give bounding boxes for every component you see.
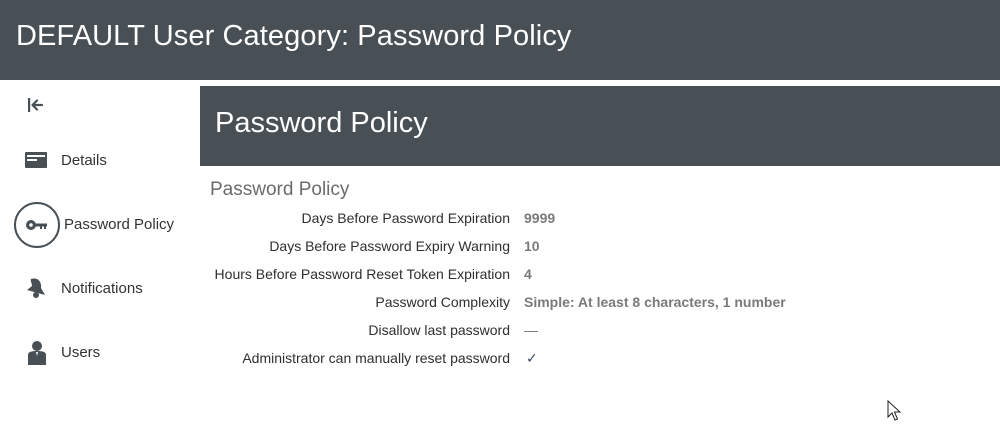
field-value: Simple: At least 8 characters, 1 number bbox=[524, 294, 786, 310]
collapse-left-icon bbox=[28, 98, 44, 112]
app-header: DEFAULT User Category: Password Policy bbox=[0, 0, 1000, 80]
form-row-complexity: Password Complexity Simple: At least 8 c… bbox=[200, 292, 960, 314]
section-title: Password Policy bbox=[210, 179, 350, 200]
panel-title: Password Policy bbox=[215, 107, 428, 139]
mouse-cursor-icon bbox=[887, 400, 901, 421]
page-title: DEFAULT User Category: Password Policy bbox=[16, 20, 572, 52]
field-value: — bbox=[524, 322, 538, 338]
sidebar-item-label: Details bbox=[61, 152, 107, 169]
sidebar-item-label: Notifications bbox=[61, 280, 143, 297]
collapse-sidebar-button[interactable] bbox=[24, 94, 46, 116]
sidebar-item-password-policy[interactable]: Password Policy bbox=[14, 202, 200, 250]
sidebar-item-label: Password Policy bbox=[64, 216, 175, 233]
checkmark-icon: ✓ bbox=[526, 350, 538, 366]
field-label: Days Before Password Expiration bbox=[301, 210, 510, 226]
form-row-reset-token: Hours Before Password Reset Token Expira… bbox=[200, 264, 960, 286]
sidebar-item-label: Users bbox=[61, 344, 101, 361]
field-label: Administrator can manually reset passwor… bbox=[242, 350, 510, 366]
field-value: 9999 bbox=[524, 210, 556, 226]
form-row-expiry-warning: Days Before Password Expiry Warning 10 bbox=[200, 236, 960, 258]
field-value: 4 bbox=[524, 266, 532, 282]
details-card-icon bbox=[14, 138, 60, 184]
field-label: Password Complexity bbox=[375, 294, 510, 310]
field-label: Disallow last password bbox=[368, 322, 510, 338]
bell-icon bbox=[14, 266, 60, 312]
field-label: Hours Before Password Reset Token Expira… bbox=[214, 266, 510, 282]
form-row-expiration: Days Before Password Expiration 9999 bbox=[200, 208, 960, 230]
form-row-disallow-last: Disallow last password — bbox=[200, 320, 960, 342]
panel-header: Password Policy bbox=[200, 86, 1000, 166]
field-value: 10 bbox=[524, 238, 540, 254]
field-label: Days Before Password Expiry Warning bbox=[269, 238, 510, 254]
sidebar-item-details[interactable]: Details bbox=[14, 138, 200, 186]
sidebar-item-notifications[interactable]: Notifications bbox=[14, 266, 200, 314]
key-icon bbox=[14, 202, 60, 248]
sidebar-item-users[interactable]: Users bbox=[14, 330, 200, 378]
user-icon bbox=[14, 330, 60, 376]
sidebar: Details Password Policy Notifications Us… bbox=[0, 80, 200, 446]
form-row-admin-reset: Administrator can manually reset passwor… bbox=[200, 348, 960, 370]
